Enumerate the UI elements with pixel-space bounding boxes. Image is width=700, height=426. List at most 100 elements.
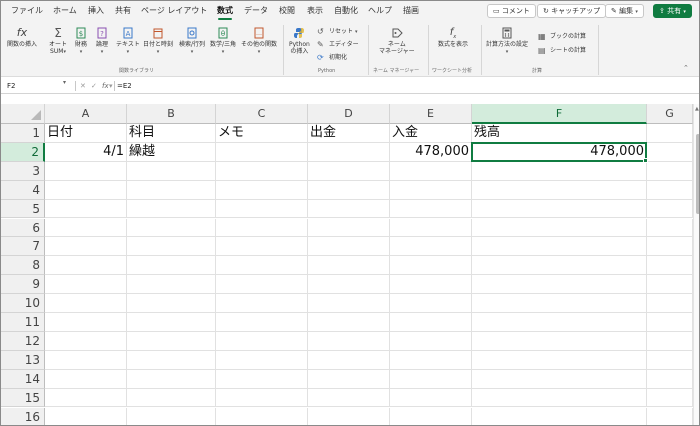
confirm-entry-icon[interactable]: ✓ [91, 80, 97, 92]
cell-a6[interactable] [45, 218, 127, 238]
cell-e7[interactable] [390, 237, 472, 257]
catchup-button[interactable]: ↻ キャッチアップ [537, 4, 607, 18]
cell-c15[interactable] [216, 388, 308, 408]
cell-g6[interactable] [647, 218, 693, 238]
cell-f16[interactable] [472, 407, 647, 425]
cell-b5[interactable] [127, 199, 216, 219]
cell-c6[interactable] [216, 218, 308, 238]
select-all-button[interactable] [1, 104, 45, 124]
lookup-button[interactable]: 検索/行列 ▾ [179, 27, 205, 56]
cell-d3[interactable] [308, 161, 390, 181]
cell-f7[interactable] [472, 237, 647, 257]
cell-c12[interactable] [216, 331, 308, 351]
cell-b7[interactable] [127, 237, 216, 257]
initialize-button[interactable]: ⟳ 初期化 [317, 53, 347, 62]
row-header-6[interactable]: 6 [1, 218, 45, 238]
cell-e9[interactable] [390, 275, 472, 295]
column-header-d[interactable]: D [308, 104, 390, 124]
cell-g9[interactable] [647, 275, 693, 295]
cell-c10[interactable] [216, 294, 308, 313]
tab-help[interactable]: ヘルプ [368, 5, 392, 17]
column-header-f[interactable]: F [472, 104, 647, 124]
cell-a9[interactable] [45, 275, 127, 295]
cell-d13[interactable] [308, 350, 390, 370]
collapse-ribbon-icon[interactable]: ⌃ [683, 65, 689, 72]
cell-b1[interactable]: 科目 [127, 124, 216, 143]
cell-d2[interactable] [308, 142, 390, 162]
insert-function-button[interactable]: fx 関数の挿入 [7, 27, 37, 49]
cell-f13[interactable] [472, 350, 647, 370]
cell-b10[interactable] [127, 294, 216, 313]
autosum-button[interactable]: Σ オート SUM▾ [49, 27, 67, 56]
row-header-12[interactable]: 12 [1, 331, 45, 351]
cell-f8[interactable] [472, 256, 647, 276]
column-header-b[interactable]: B [127, 104, 216, 124]
row-header-10[interactable]: 10 [1, 294, 45, 313]
scrollbar-thumb[interactable] [696, 134, 699, 214]
cell-a13[interactable] [45, 350, 127, 370]
cell-b9[interactable] [127, 275, 216, 295]
cell-f2[interactable]: 478,000 [472, 142, 647, 162]
cell-g11[interactable] [647, 313, 693, 332]
cell-b15[interactable] [127, 388, 216, 408]
cell-b14[interactable] [127, 369, 216, 389]
comments-button[interactable]: ▭ コメント [487, 4, 536, 18]
tab-share[interactable]: 共有 [115, 5, 131, 17]
more-functions-button[interactable]: … その他の関数 ▾ [241, 27, 277, 56]
cell-e5[interactable] [390, 199, 472, 219]
cell-e6[interactable] [390, 218, 472, 238]
cell-d9[interactable] [308, 275, 390, 295]
cell-g2[interactable] [647, 142, 693, 162]
cell-d6[interactable] [308, 218, 390, 238]
calc-options-button[interactable]: 計算方法の設定 ▾ [486, 27, 528, 56]
cell-d16[interactable] [308, 407, 390, 425]
row-header-15[interactable]: 15 [1, 388, 45, 408]
tab-automate[interactable]: 自動化 [334, 5, 358, 17]
fill-handle[interactable] [643, 157, 648, 163]
cell-b3[interactable] [127, 161, 216, 181]
cell-c2[interactable] [216, 142, 308, 162]
cell-d14[interactable] [308, 369, 390, 389]
cell-g5[interactable] [647, 199, 693, 219]
cell-g1[interactable] [647, 124, 693, 143]
cell-d1[interactable]: 出金 [308, 124, 390, 143]
cell-g10[interactable] [647, 294, 693, 313]
cell-b12[interactable] [127, 331, 216, 351]
tab-home[interactable]: ホーム [53, 5, 77, 17]
calc-sheet-button[interactable]: ▤ シートの計算 [538, 46, 586, 55]
insert-python-button[interactable]: Python の挿入 [289, 27, 310, 55]
cell-a11[interactable] [45, 313, 127, 332]
cell-g7[interactable] [647, 237, 693, 257]
cell-f3[interactable] [472, 161, 647, 181]
tab-page-layout[interactable]: ページ レイアウト [141, 5, 207, 17]
cell-b6[interactable] [127, 218, 216, 238]
cell-d4[interactable] [308, 180, 390, 200]
cell-d11[interactable] [308, 313, 390, 332]
scroll-up-icon[interactable]: ▲ [695, 106, 699, 112]
cell-d7[interactable] [308, 237, 390, 257]
cell-c8[interactable] [216, 256, 308, 276]
cell-b16[interactable] [127, 407, 216, 425]
cell-g12[interactable] [647, 331, 693, 351]
cell-g15[interactable] [647, 388, 693, 408]
row-header-9[interactable]: 9 [1, 275, 45, 295]
cell-e8[interactable] [390, 256, 472, 276]
cell-e11[interactable] [390, 313, 472, 332]
cell-b2[interactable]: 繰越 [127, 142, 216, 162]
share-button[interactable]: ⇪ 共有 ▾ [653, 4, 692, 18]
cell-c13[interactable] [216, 350, 308, 370]
cell-b4[interactable] [127, 180, 216, 200]
vertical-scrollbar[interactable]: ▲ [693, 104, 699, 425]
cell-f14[interactable] [472, 369, 647, 389]
cell-a10[interactable] [45, 294, 127, 313]
cell-c1[interactable]: メモ [216, 124, 308, 143]
row-header-3[interactable]: 3 [1, 161, 45, 181]
cell-a14[interactable] [45, 369, 127, 389]
datetime-button[interactable]: 日付と時刻 ▾ [143, 27, 173, 56]
cell-c11[interactable] [216, 313, 308, 332]
row-header-16[interactable]: 16 [1, 407, 45, 425]
name-box[interactable]: F2 [5, 80, 71, 92]
cell-d12[interactable] [308, 331, 390, 351]
cell-f10[interactable] [472, 294, 647, 313]
reset-button[interactable]: ↺ リセット ▾ [317, 27, 357, 37]
